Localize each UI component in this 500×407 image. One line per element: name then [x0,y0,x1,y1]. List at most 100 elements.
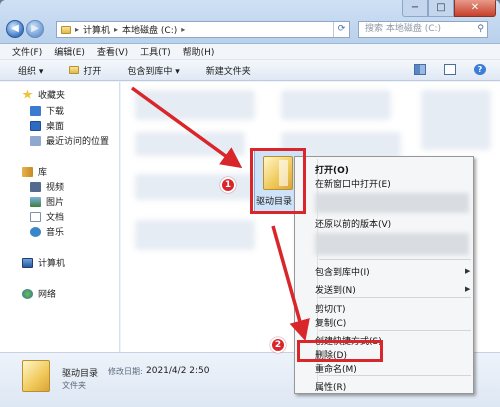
menu-item-send-to[interactable]: 发送到(N) [315,283,356,296]
sidebar-label: 网络 [38,290,57,300]
close-button[interactable]: ✕ [454,0,496,17]
sidebar-item-videos[interactable]: 视频 [30,180,64,193]
chevron-right-icon: ▶ [465,285,471,293]
search-input[interactable]: 搜索 本地磁盘 (C:) ⚲ [358,21,488,38]
menu-item-include-library[interactable]: 包含到库中(I) [315,265,370,278]
sidebar-label: 下载 [46,107,65,117]
toolbar-right: ? [414,64,486,75]
menu-item-copy[interactable]: 复制(C) [315,316,346,329]
menu-item-cut[interactable]: 剪切(T) [315,302,346,315]
details-modified-label: 修改日期: [108,367,143,376]
folder-icon [69,66,80,74]
open-button[interactable]: 打开 [69,64,101,77]
sidebar-item-documents[interactable]: 文档 [30,210,64,223]
sidebar-item-downloads[interactable]: 下载 [30,104,64,117]
menu-edit[interactable]: 编辑(E) [54,45,85,58]
organize-button[interactable]: 组织 ▾ [18,64,43,77]
preview-pane-icon[interactable] [444,64,456,75]
blurred-items [135,220,255,250]
sidebar-item-network[interactable]: 网络 [22,287,56,300]
forward-button[interactable]: ▶ [26,20,44,38]
menu-file[interactable]: 文件(F) [12,45,42,58]
sidebar-label: 收藏夹 [38,91,66,101]
highlight-box-delete [297,340,383,362]
computer-icon [22,257,33,268]
sidebar-label: 桌面 [46,122,65,132]
desktop-icon [30,120,41,131]
highlight-box-folder [250,148,306,214]
menu-separator [319,259,471,260]
menu-separator [319,330,471,331]
address-bar[interactable]: ▸ 计算机 ▸ 本地磁盘 (C:) ▸ ⟳ [56,21,350,38]
title-bar: ◀ ▶ ▸ 计算机 ▸ 本地磁盘 (C:) ▸ ⟳ 搜索 本地磁盘 (C:) ⚲… [0,0,500,44]
navigation-pane: 收藏夹 下载 桌面 最近访问的位置 库 视频 图片 文档 音乐 计算机 网络 [0,82,120,352]
sidebar-item-recent[interactable]: 最近访问的位置 [30,134,109,147]
blurred-menu-items [315,193,469,213]
refresh-icon[interactable]: ⟳ [333,22,349,37]
sidebar-label: 库 [38,168,48,178]
sidebar-item-favorites[interactable]: 收藏夹 [22,88,65,101]
new-folder-button[interactable]: 新建文件夹 [206,64,251,77]
blurred-menu-items [315,233,469,255]
chevron-right-icon: ▸ [114,25,119,34]
step-badge-1: 1 [220,177,236,193]
sidebar-label: 图片 [46,198,65,208]
sidebar-label: 文档 [46,213,65,223]
network-icon [22,288,33,299]
details-name: 驱动目录 [62,369,99,379]
sidebar-label: 视频 [46,183,65,193]
explorer-window: ◀ ▶ ▸ 计算机 ▸ 本地磁盘 (C:) ▸ ⟳ 搜索 本地磁盘 (C:) ⚲… [0,0,500,407]
chevron-right-icon: ▸ [75,25,80,34]
chevron-right-icon: ▸ [181,25,186,34]
sidebar-item-desktop[interactable]: 桌面 [30,119,64,132]
library-icon [22,166,33,177]
details-type: 文件夹 [62,381,86,390]
include-in-library-button[interactable]: 包含到库中 ▾ [127,64,179,77]
blurred-items [421,90,491,150]
chevron-right-icon: ▶ [465,267,471,275]
sidebar-item-computer[interactable]: 计算机 [22,256,65,269]
sidebar-item-pictures[interactable]: 图片 [30,195,64,208]
minimize-button[interactable]: − [402,0,428,17]
sidebar-label: 计算机 [38,259,66,269]
breadcrumb-computer[interactable]: 计算机 [83,23,110,36]
menu-tools[interactable]: 工具(T) [140,45,171,58]
help-icon[interactable]: ? [474,64,486,75]
blurred-items [135,174,255,200]
blurred-items [135,132,245,156]
change-view-icon[interactable] [414,64,426,75]
menu-item-restore-previous[interactable]: 还原以前的版本(V) [315,217,391,230]
maximize-button[interactable]: □ [428,0,454,17]
menu-bar: 文件(F) 编辑(E) 查看(V) 工具(T) 帮助(H) [0,44,500,60]
menu-item-properties[interactable]: 属性(R) [315,380,346,393]
sidebar-item-libraries[interactable]: 库 [22,165,47,178]
recent-places-icon [30,135,41,146]
menu-separator [319,375,471,376]
download-icon [30,105,41,116]
video-icon [30,181,41,192]
document-icon [30,211,41,222]
menu-help[interactable]: 帮助(H) [183,45,215,58]
menu-separator [319,297,471,298]
menu-item-open-new-window[interactable]: 在新窗口中打开(E) [315,177,391,190]
breadcrumb-local-disk[interactable]: 本地磁盘 (C:) [122,23,177,36]
picture-icon [30,196,41,207]
blurred-items [135,90,255,120]
sidebar-label: 最近访问的位置 [46,137,110,147]
menu-item-open[interactable]: 打开(O) [315,163,349,176]
folder-icon [61,25,71,34]
step-badge-2: 2 [270,337,286,353]
sidebar-label: 音乐 [46,228,65,238]
folder-icon [22,360,50,392]
sidebar-item-music[interactable]: 音乐 [30,225,64,238]
star-icon [22,89,33,99]
blurred-items [281,90,391,120]
search-placeholder: 搜索 本地磁盘 (C:) [365,24,442,34]
details-modified-date: 2021/4/2 2:50 [146,366,210,376]
menu-item-rename[interactable]: 重命名(M) [315,362,357,375]
open-button-label: 打开 [83,66,102,77]
music-icon [30,226,41,237]
search-icon: ⚲ [477,24,484,34]
back-button[interactable]: ◀ [6,20,24,38]
menu-view[interactable]: 查看(V) [97,45,128,58]
